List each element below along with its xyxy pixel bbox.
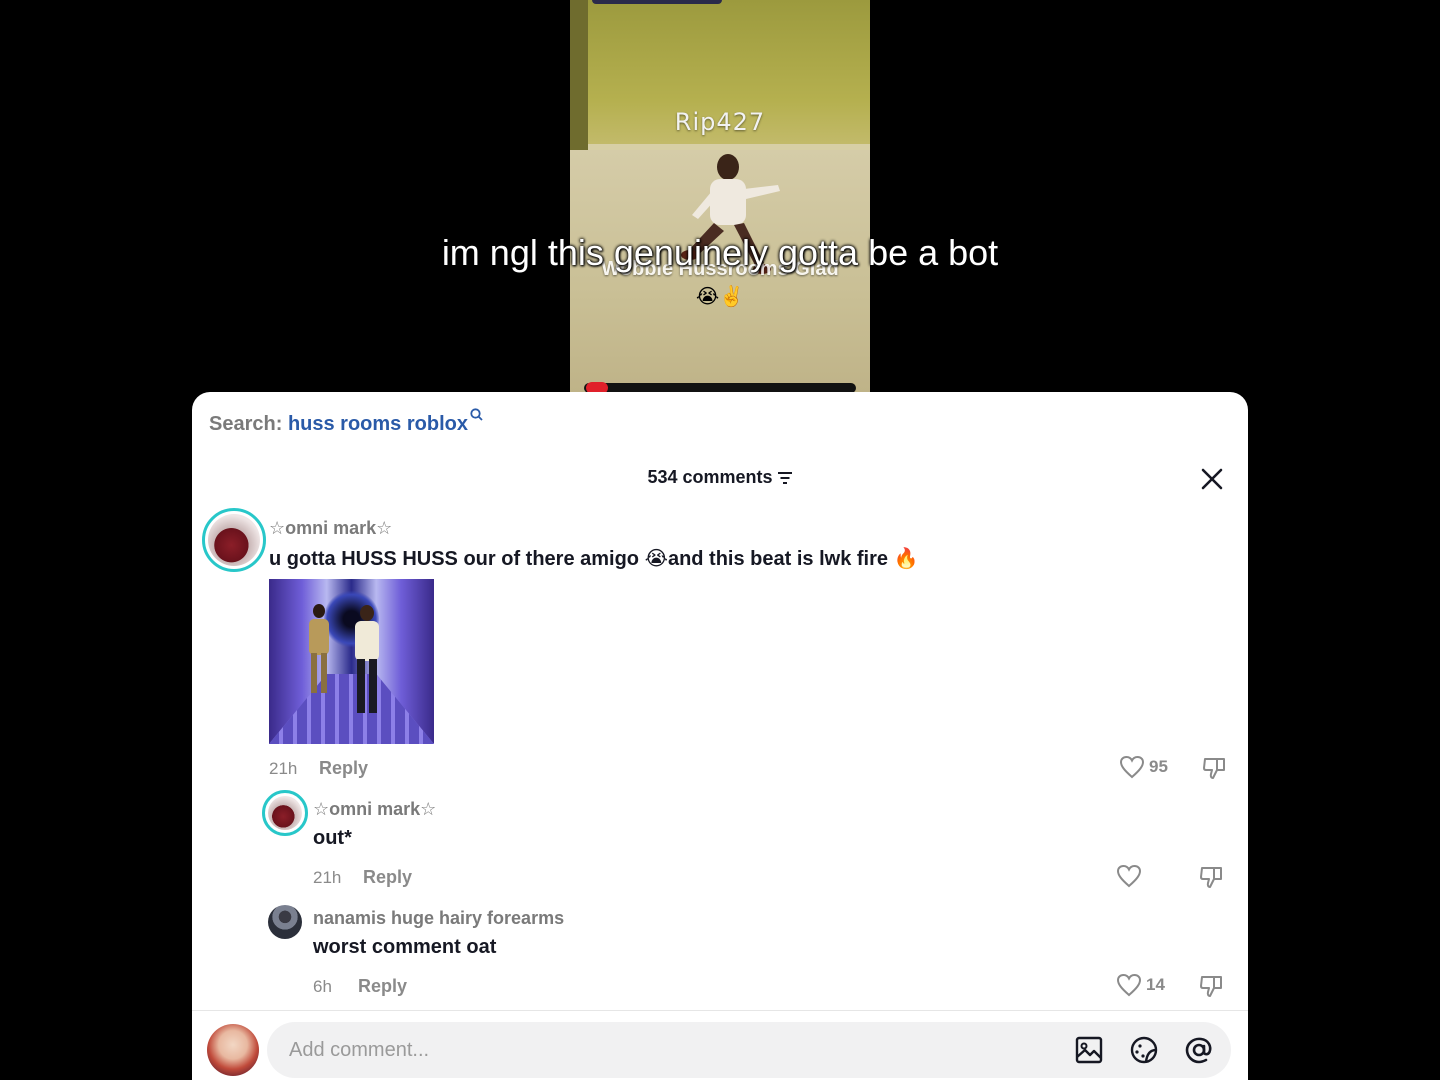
video-progress-bar[interactable] [584,383,856,392]
game-avatar-figure [681,154,780,274]
like-button[interactable]: 14 [1116,973,1165,997]
comment-time: 21h [269,759,298,778]
heart-icon [1119,755,1145,779]
like-button[interactable]: 95 [1119,755,1168,779]
comment-time: 21h [313,868,342,887]
search-label: Search: [209,413,283,435]
gif-background-figure [309,604,329,693]
comments-sheet: Search: huss rooms roblox 534 comments ☆… [192,392,1248,1080]
search-suggestion[interactable]: Search: huss rooms roblox [209,408,483,436]
comment-author[interactable]: nanamis huge hairy forearms [313,908,564,929]
avatar[interactable] [202,508,266,572]
reply-button[interactable]: Reply [319,758,368,779]
comment-gif-image[interactable] [269,579,434,744]
like-button[interactable] [1116,864,1142,888]
comment-input[interactable] [289,1022,1049,1078]
current-user-avatar[interactable] [207,1024,259,1076]
heart-icon [1116,973,1142,997]
video-overlay-emoji: 😭✌️ [695,286,745,308]
video-player[interactable]: Rip427 Wobble Hussrooms Glad 😭✌️ [570,0,870,392]
video-caption: im ngl this genuinely gotta be a bot [441,232,999,273]
avatar[interactable] [262,790,308,836]
comment-text: u gotta HUSS HUSS our of there amigo 😭an… [269,548,919,570]
like-count: 14 [1146,975,1165,994]
close-icon[interactable] [1198,465,1226,493]
video-top-bar [592,0,722,4]
at-mention-icon[interactable] [1184,1035,1214,1065]
like-count: 95 [1149,757,1168,776]
player-name-tag: Rip427 [674,108,766,136]
avatar[interactable] [268,905,302,939]
image-icon[interactable] [1074,1035,1104,1065]
comment-count: 534 comments [647,467,773,487]
reply-button[interactable]: Reply [363,867,412,888]
search-term-link[interactable]: huss rooms roblox [288,413,468,435]
video-progress-handle[interactable] [586,382,608,392]
comment-text: out* [313,827,352,849]
sticker-icon[interactable] [1129,1035,1159,1065]
search-icon [470,408,483,421]
thumbs-down-icon[interactable] [1199,973,1225,999]
comment-time: 6h [313,977,332,996]
comment-author[interactable]: ☆omni mark☆ [313,799,436,820]
heart-icon [1116,864,1142,888]
comment-author[interactable]: ☆omni mark☆ [269,518,392,539]
comment-composer[interactable] [267,1022,1231,1078]
composer-divider [192,1010,1248,1011]
sort-icon[interactable] [777,471,793,485]
comments-header: 534 comments [192,467,1248,488]
comment-text: worst comment oat [313,936,497,958]
reply-button[interactable]: Reply [358,976,407,997]
thumbs-down-icon[interactable] [1202,755,1228,781]
thumbs-down-icon[interactable] [1199,864,1225,890]
gif-dancer-figure [355,605,379,713]
